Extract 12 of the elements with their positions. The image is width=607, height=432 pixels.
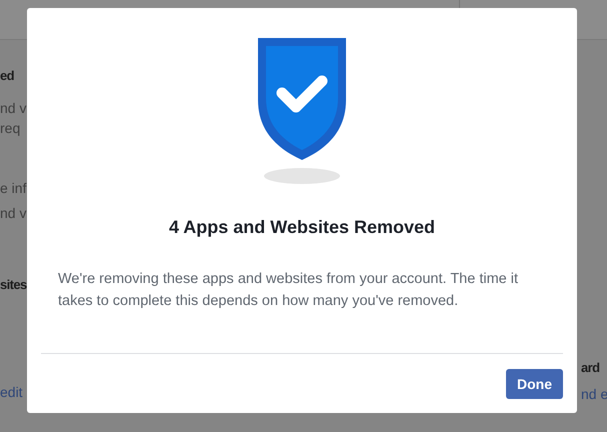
section-heading: sites bbox=[0, 276, 27, 294]
description-text: req bbox=[0, 119, 20, 138]
description-text: nd v bbox=[0, 99, 26, 118]
done-button[interactable]: Done bbox=[506, 369, 563, 399]
shadow-icon bbox=[264, 168, 340, 184]
description-text: nd v bbox=[0, 204, 26, 223]
dialog-message: We're removing these apps and websites from your account. The time it takes to complete this depends on how many you've removed. bbox=[57, 270, 520, 311]
section-heading: ard bbox=[581, 359, 600, 377]
section-heading: ed bbox=[0, 67, 14, 85]
description-text: e inf bbox=[0, 179, 26, 198]
dialog-title: 4 Apps and Websites Removed bbox=[168, 216, 436, 239]
edit-link[interactable]: edit bbox=[0, 382, 23, 403]
